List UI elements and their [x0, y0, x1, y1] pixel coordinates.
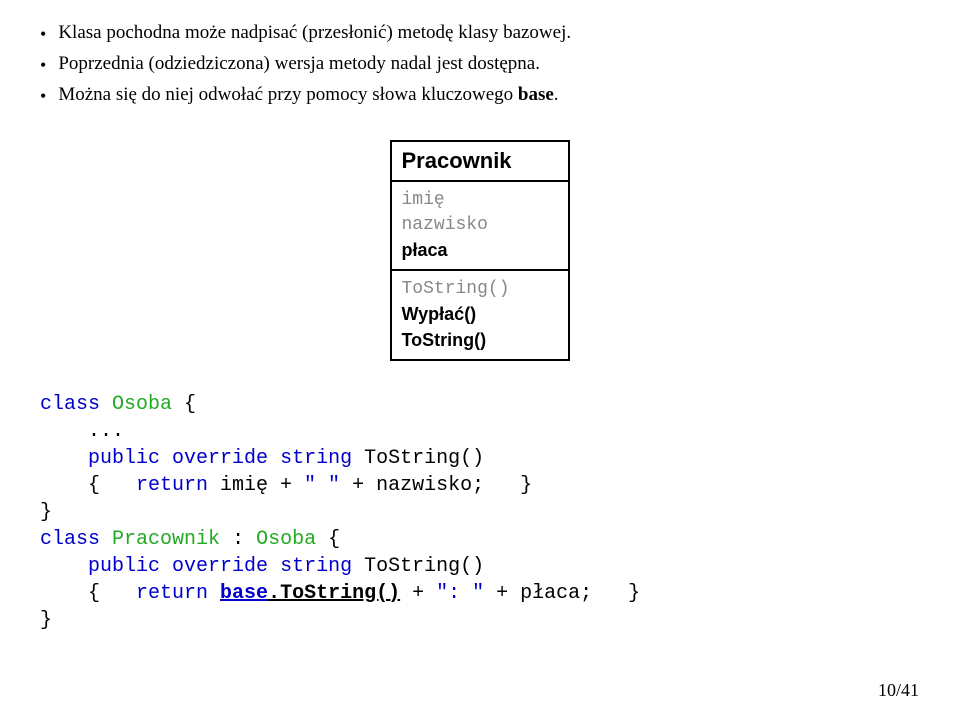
bullet-text-1: Klasa pochodna może nadpisać (przesłonić… [58, 20, 919, 47]
code-type-osoba-2: Osoba [256, 528, 316, 551]
code-space [208, 582, 220, 605]
uml-methods: ToString() Wypłać() ToString() [392, 271, 568, 359]
bullet-3-suffix: . [554, 84, 559, 105]
uml-attr-placa: płaca [402, 238, 558, 263]
code-brace-close-2: } [40, 609, 52, 632]
code-method-1: ToString() [352, 447, 484, 470]
code-return-1: return [136, 474, 208, 497]
bullet-item-2: • Poprzednia (odziedziczona) wersja meto… [40, 51, 919, 78]
bullet-3-bold: base [518, 84, 554, 105]
code-brace-1: { [172, 393, 196, 416]
code-kw-class-1: class [40, 393, 100, 416]
bullet-item-1: • Klasa pochodna może nadpisać (przesłon… [40, 20, 919, 47]
uml-class-title: Pracownik [392, 142, 568, 182]
code-text-4: + płaca; } [484, 582, 640, 605]
bullet-text-2: Poprzednia (odziedziczona) wersja metody… [58, 51, 919, 78]
code-type-pracownik: Pracownik [112, 528, 220, 551]
code-public-1: public [40, 447, 160, 470]
code-base: base [220, 582, 268, 605]
code-brace-close-1: } [40, 501, 52, 524]
code-kw-class-2: class [40, 528, 100, 551]
code-brace-2: { [316, 528, 340, 551]
code-return-2: return [136, 582, 208, 605]
bullet-3-prefix: Można się do niej odwołać przy pomocy sł… [58, 84, 518, 105]
uml-diagram-container: Pracownik imię nazwisko płaca ToString()… [40, 140, 919, 361]
code-text-2: + nazwisko; } [340, 474, 532, 497]
uml-method-wyplac: Wypłać() [402, 302, 558, 327]
code-brace-open-2: { [40, 582, 136, 605]
code-colon: : [220, 528, 256, 551]
uml-attributes: imię nazwisko płaca [392, 182, 568, 272]
bullet-item-3: • Można się do niej odwołać przy pomocy … [40, 82, 919, 109]
bullet-text-3: Można się do niej odwołać przy pomocy sł… [58, 82, 919, 109]
uml-method-tostring-1: ToString() [402, 277, 558, 302]
code-str-1: " " [304, 474, 340, 497]
code-text-1: imię + [208, 474, 304, 497]
code-dots: ... [40, 420, 124, 443]
code-override-1: override [172, 447, 268, 470]
code-tostring-call: ToString() [280, 582, 400, 605]
uml-method-tostring-2: ToString() [402, 328, 558, 353]
code-public-2: public [40, 555, 160, 578]
code-text-3: + [400, 582, 436, 605]
bullet-icon: • [40, 84, 46, 109]
code-method-2: ToString() [352, 555, 484, 578]
code-brace-open-1: { [40, 474, 136, 497]
code-block: class Osoba { ... public override string… [40, 391, 919, 634]
bullet-icon: • [40, 22, 46, 47]
code-type-osoba: Osoba [112, 393, 172, 416]
code-str-2: ": " [436, 582, 484, 605]
uml-attr-nazwisko: nazwisko [402, 213, 558, 238]
bullet-list: • Klasa pochodna może nadpisać (przesłon… [40, 20, 919, 110]
code-string-2: string [280, 555, 352, 578]
uml-class-box: Pracownik imię nazwisko płaca ToString()… [390, 140, 570, 361]
bullet-icon: • [40, 53, 46, 78]
code-string-1: string [280, 447, 352, 470]
code-dot: . [268, 582, 280, 605]
page-number: 10/41 [878, 680, 919, 701]
uml-attr-imie: imię [402, 188, 558, 213]
code-override-2: override [172, 555, 268, 578]
